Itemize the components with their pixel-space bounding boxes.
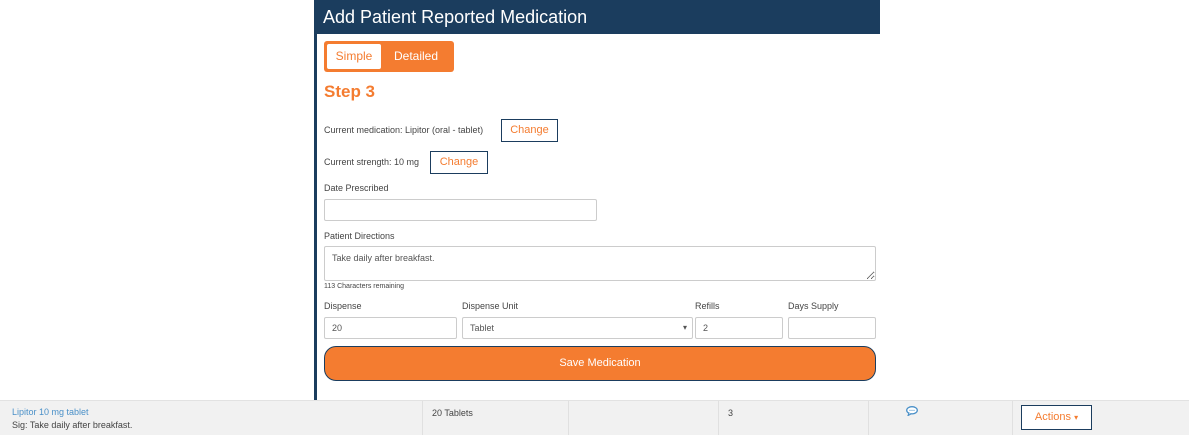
column-divider	[718, 401, 719, 435]
actions-dropdown-button[interactable]: Actions ▾	[1021, 405, 1092, 430]
medication-row: Lipitor 10 mg tablet Sig: Take daily aft…	[0, 400, 1189, 435]
select-arrow-icon: ▾	[682, 323, 687, 332]
add-medication-panel: Add Patient Reported Medication Simple D…	[314, 0, 880, 400]
medication-name-link[interactable]: Lipitor 10 mg tablet	[12, 407, 89, 417]
patient-directions-label: Patient Directions	[324, 231, 395, 241]
days-supply-input[interactable]	[788, 317, 876, 339]
actions-label: Actions	[1034, 411, 1071, 423]
refills-label: Refills	[695, 301, 720, 311]
comment-icon[interactable]	[906, 406, 918, 416]
medication-quantity: 20 Tablets	[432, 408, 473, 418]
panel-title: Add Patient Reported Medication	[317, 0, 880, 34]
step-title: Step 3	[324, 82, 376, 101]
caret-down-icon: ▾	[1074, 413, 1079, 422]
dispense-unit-value: Tablet	[470, 323, 495, 333]
change-strength-button[interactable]: Change	[430, 151, 488, 174]
dispense-unit-select[interactable]: Tablet ▾	[462, 317, 693, 339]
column-divider	[568, 401, 569, 435]
column-divider	[1012, 401, 1013, 435]
days-supply-label: Days Supply	[788, 301, 839, 311]
column-divider	[422, 401, 423, 435]
save-medication-button[interactable]: Save Medication	[324, 346, 876, 381]
medication-refills: 3	[728, 408, 734, 418]
dispense-unit-label: Dispense Unit	[462, 301, 519, 311]
change-medication-button[interactable]: Change	[501, 119, 558, 142]
characters-remaining-text: 113 Characters remaining	[324, 283, 405, 290]
mode-simple-button[interactable]: Simple	[327, 44, 381, 69]
current-medication-text: Current medication: Lipitor (oral - tabl…	[324, 125, 484, 135]
date-prescribed-input[interactable]	[324, 199, 597, 221]
dispense-input[interactable]	[324, 317, 457, 339]
patient-directions-textarea[interactable]: Take daily after breakfast.	[324, 246, 876, 281]
mode-toggle: Simple Detailed	[324, 41, 454, 72]
refills-input[interactable]	[695, 317, 783, 339]
dispense-label: Dispense	[324, 301, 362, 311]
medication-sig: Sig: Take daily after breakfast.	[12, 420, 133, 430]
column-divider	[868, 401, 869, 435]
mode-detailed-button[interactable]: Detailed	[381, 44, 451, 69]
current-strength-text: Current strength: 10 mg	[324, 157, 420, 167]
date-prescribed-label: Date Prescribed	[324, 183, 389, 193]
